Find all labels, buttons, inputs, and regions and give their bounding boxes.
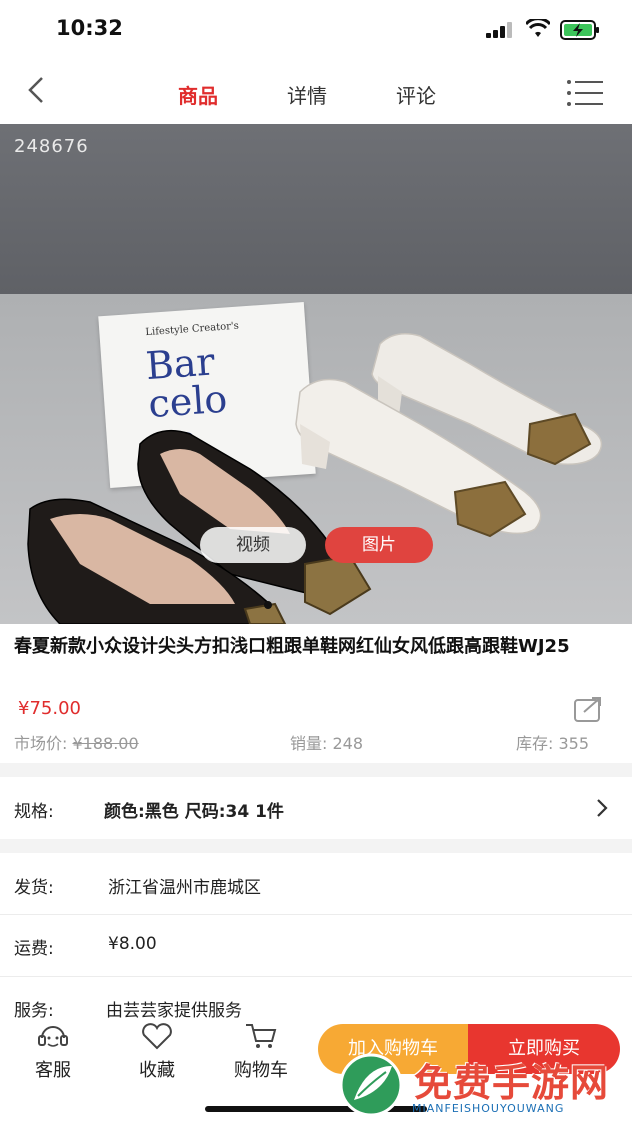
section-gap [0, 763, 632, 777]
stock-value: 355 [558, 734, 590, 753]
chevron-right-icon [597, 799, 608, 817]
market-price-value: ¥188.00 [72, 734, 139, 753]
cellular-signal-icon [486, 22, 512, 38]
sales-label: 销量: [290, 734, 328, 753]
stock-count: 库存: 355 [516, 730, 589, 754]
favorite-button[interactable]: 收藏 [122, 1022, 192, 1082]
shipping-label: 发货: [14, 878, 54, 898]
cart-button[interactable]: 购物车 [226, 1022, 296, 1082]
stock-label: 库存: [516, 734, 554, 753]
video-toggle-button[interactable]: 视频 [200, 527, 306, 563]
tab-goods[interactable]: 商品 [178, 80, 218, 109]
shipping-row: 发货: 浙江省温州市鹿城区 [0, 853, 632, 915]
headset-icon [38, 1026, 68, 1047]
shopping-cart-icon [246, 1024, 277, 1048]
share-icon[interactable] [572, 694, 606, 724]
picture-toggle-button[interactable]: 图片 [325, 527, 433, 563]
gallery-page-indicator [264, 601, 272, 609]
list-menu-icon[interactable] [566, 78, 604, 108]
freight-row: 运费: ¥8.00 [0, 915, 632, 977]
sales-count: 销量: 248 [290, 730, 363, 754]
spec-value: 颜色:黑色 尺码:34 1件 [104, 802, 284, 822]
section-gap [0, 839, 632, 853]
watermark-text-cn: 免费手游网 [414, 1061, 610, 1105]
watermark: 免费手游网 MIANFEISHOUYOUWANG [336, 1052, 626, 1118]
watermark-logo-icon [339, 1053, 403, 1117]
status-bar: 10:32 [0, 0, 632, 60]
customer-service-label: 客服 [35, 1060, 71, 1081]
product-title: 春夏新款小众设计尖头方扣浅口粗跟单鞋网红仙女风低跟高跟鞋WJ25 [14, 636, 570, 657]
product-price: ¥75.00 [18, 698, 81, 719]
favorite-label: 收藏 [139, 1060, 175, 1081]
top-navigation: 商品 详情 评论 [0, 60, 632, 124]
spec-label: 规格: [14, 802, 54, 822]
wifi-icon [526, 19, 550, 37]
market-price-label: 市场价: [14, 734, 68, 753]
heart-icon [142, 1023, 172, 1050]
sales-value: 248 [332, 734, 364, 753]
market-price: 市场价: ¥188.00 [14, 730, 139, 754]
back-arrow-icon[interactable] [22, 72, 52, 108]
watermark-text-en: MIANFEISHOUYOUWANG [412, 1102, 565, 1115]
tab-comments[interactable]: 评论 [396, 80, 436, 109]
tab-details[interactable]: 详情 [287, 80, 327, 109]
product-image-gallery[interactable]: 248676 Lifestyle Creator's Bar celo na 视… [0, 124, 632, 624]
shoes-illustration [27, 333, 603, 624]
service-row: 服务: 由芸芸家提供服务 [0, 977, 632, 1021]
status-time: 10:32 [56, 16, 123, 40]
spec-selector-row[interactable]: 规格: 颜色:黑色 尺码:34 1件 [0, 777, 632, 839]
freight-value: ¥8.00 [108, 934, 157, 954]
freight-label: 运费: [14, 939, 54, 959]
shipping-value: 浙江省温州市鹿城区 [108, 878, 261, 898]
battery-charging-icon [560, 20, 599, 40]
cart-label: 购物车 [234, 1060, 288, 1081]
customer-service-button[interactable]: 客服 [18, 1022, 88, 1082]
